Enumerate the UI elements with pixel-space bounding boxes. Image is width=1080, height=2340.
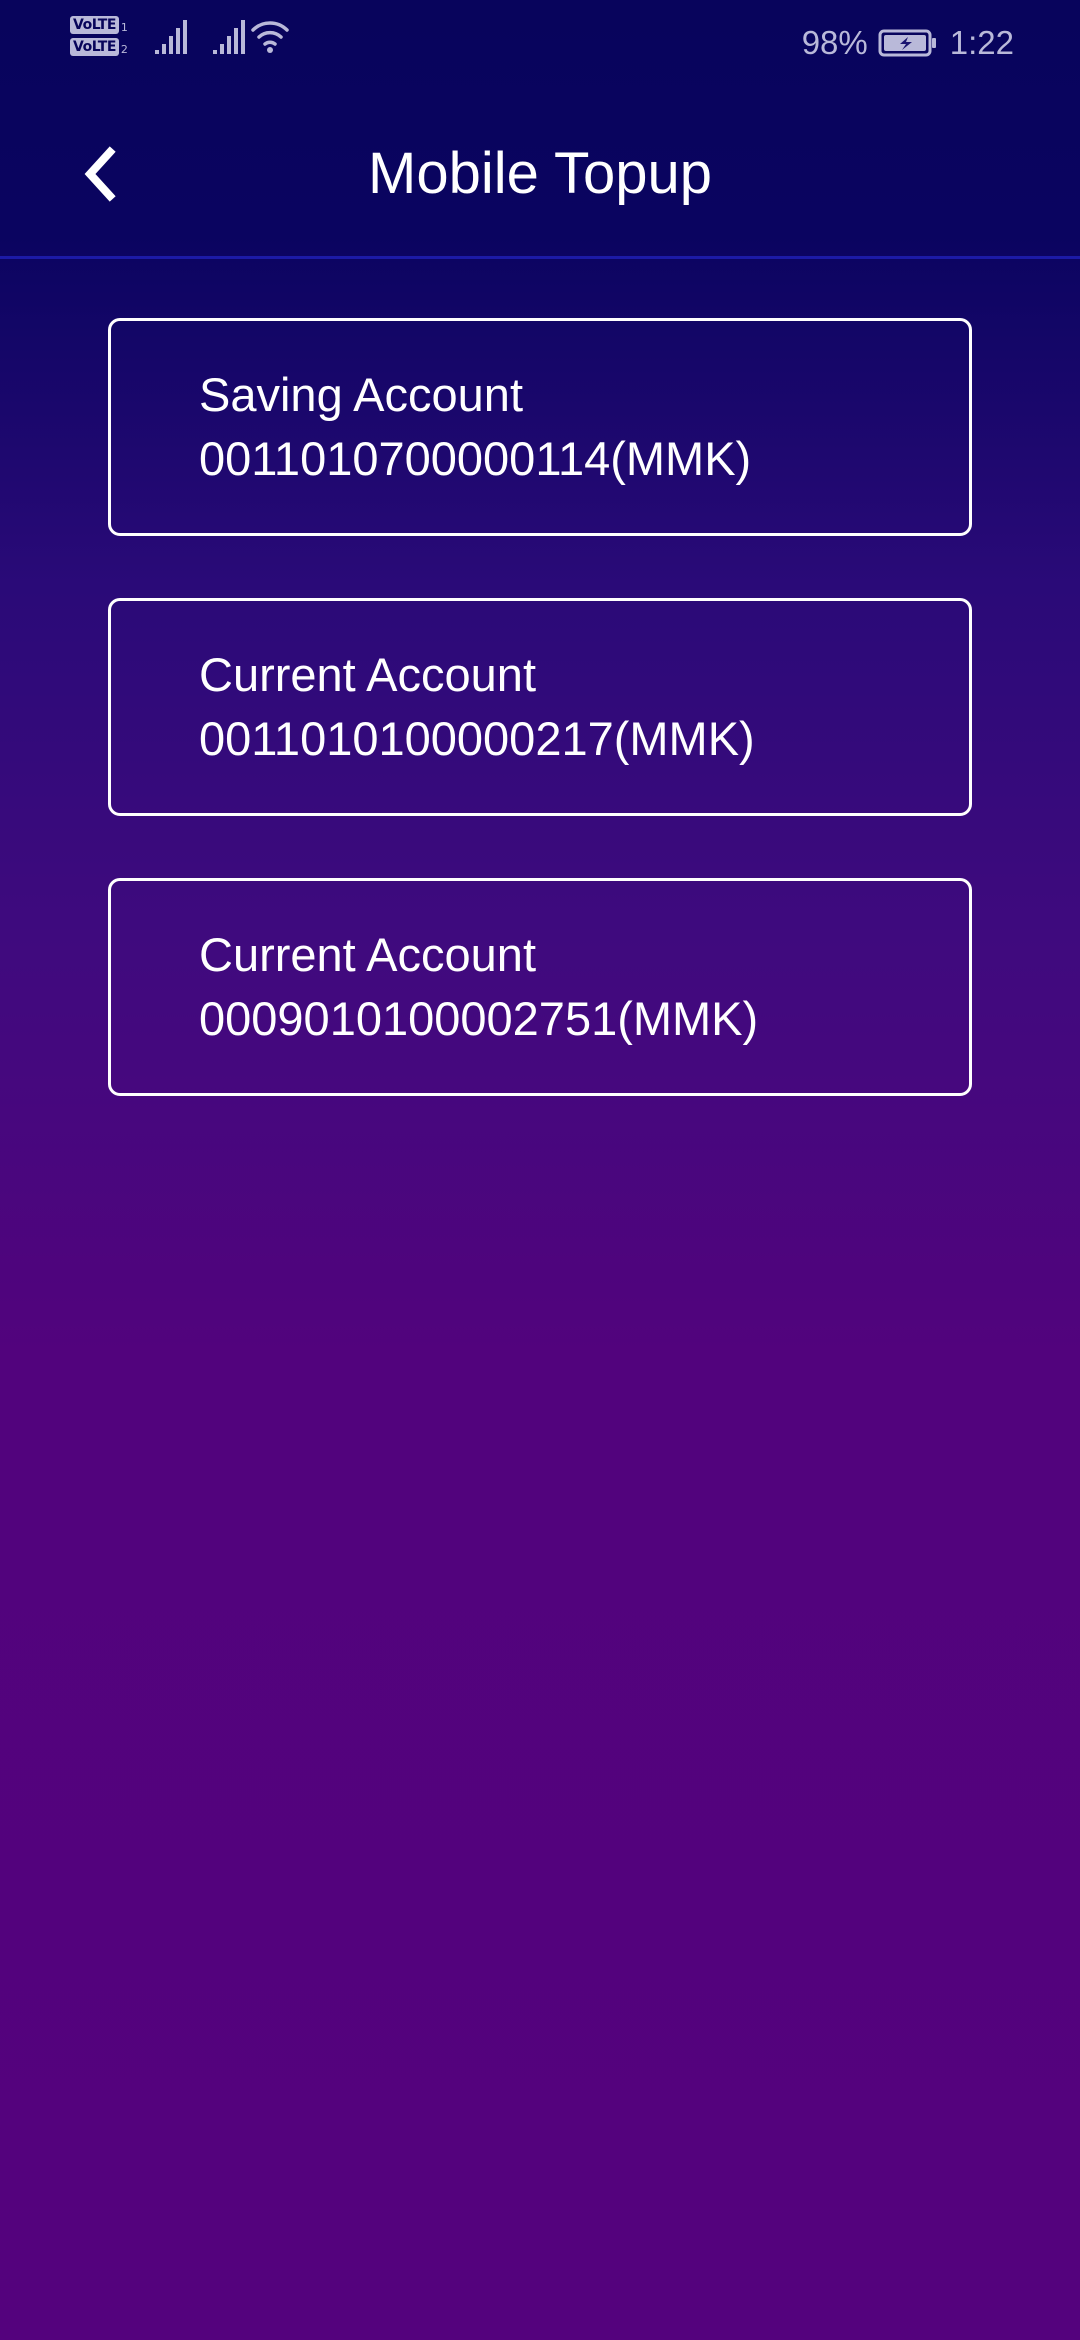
status-right: 98% 1:22: [802, 24, 1014, 62]
wifi-icon: [251, 21, 289, 53]
volte-sim2-label: VoLTE: [70, 38, 119, 56]
account-number: 0009010100002751(MMK): [199, 992, 759, 1045]
status-bar: VoLTE 1 VoLTE 2 98% 1:22: [0, 0, 1080, 92]
account-number: 0011010100000217(MMK): [199, 712, 755, 765]
volte-sim1: VoLTE 1: [70, 16, 128, 34]
app-header: Mobile Topup: [0, 92, 1080, 259]
cell-signal-icon: [154, 20, 187, 54]
account-list: Saving Account 0011010700000114(MMK) Cur…: [108, 318, 972, 1158]
battery-percent: 98%: [801, 24, 868, 61]
account-number: 0011010700000114(MMK): [199, 432, 752, 485]
clock: 1:22: [949, 24, 1014, 61]
volte-sim1-index: 1: [120, 21, 128, 34]
volte-indicators: VoLTE 1 VoLTE 2: [70, 16, 128, 56]
volte-sim2-index: 2: [120, 43, 128, 56]
account-type: Current Account: [199, 928, 537, 981]
account-card-saving[interactable]: Saving Account 0011010700000114(MMK): [108, 318, 972, 536]
battery-charging-icon: [878, 29, 936, 57]
volte-sim2: VoLTE 2: [70, 38, 128, 56]
status-left: VoLTE 1 VoLTE 2: [70, 16, 290, 56]
account-card-current-1[interactable]: Current Account 0011010100000217(MMK): [108, 598, 972, 816]
account-type: Saving Account: [199, 368, 523, 421]
volte-sim1-label: VoLTE: [70, 16, 119, 34]
account-card-current-2[interactable]: Current Account 0009010100002751(MMK): [108, 878, 972, 1096]
cell-signal-icon: [212, 20, 245, 54]
page-title: Mobile Topup: [368, 141, 712, 206]
account-type: Current Account: [199, 648, 537, 701]
